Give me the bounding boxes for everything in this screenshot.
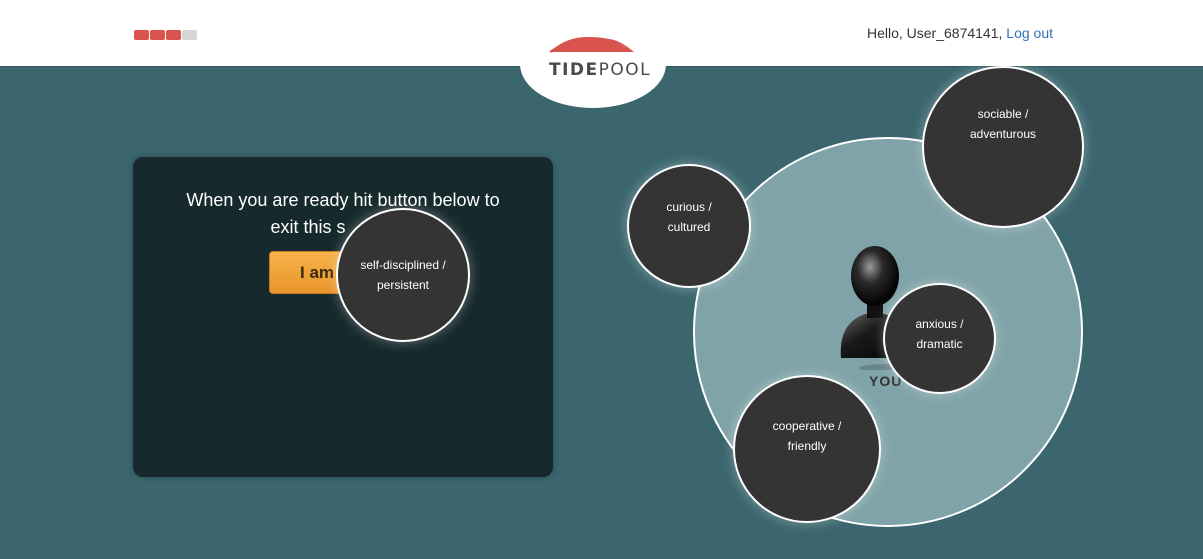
trait-label-line2: friendly [787,439,827,453]
user-greeting: Hello, User_6874141, Log out [867,25,1053,41]
trait-curious[interactable]: curious / cultured [627,164,751,288]
trait-cooperative[interactable]: cooperative / friendly [733,375,881,523]
panel-message-line2: exit this s [270,217,346,237]
wave-icon [549,36,634,53]
logo-text-bold: TIDE [549,60,599,80]
trait-self-disciplined[interactable]: self-disciplined / persistent [336,208,470,342]
progress-segment [166,30,181,40]
trait-label-line2: dramatic [916,336,963,351]
panel-message-line1: When you are ready hit button below to [186,190,500,210]
trait-label-line2: persistent [376,278,430,292]
greeting-text: Hello, User_6874141, [866,25,1003,41]
trait-label-line2: adventurous [969,127,1037,141]
logo-text-rest: POOL [598,60,652,80]
trait-label-line1: curious / [666,200,712,214]
trait-label-line2: cultured [667,220,711,234]
trait-sociable[interactable]: sociable / adventurous [922,66,1084,228]
progress-segment [150,30,165,40]
trait-label-line1: cooperative / [772,419,842,433]
trait-anxious[interactable]: anxious / dramatic [883,283,996,394]
exit-panel: When you are ready hit button below to e… [133,157,553,477]
trait-label-line1: anxious / [915,316,964,331]
progress-segment [182,30,197,40]
trait-label-line1: sociable / [977,107,1029,121]
panel-message: When you are ready hit button below to e… [133,187,553,241]
progress-indicator [134,30,197,40]
progress-segment [134,30,149,40]
tidepool-logo[interactable]: TIDEPOOL [549,60,651,80]
logout-link[interactable]: Log out [1006,25,1053,41]
trait-label-line1: self-disciplined / [360,258,446,272]
